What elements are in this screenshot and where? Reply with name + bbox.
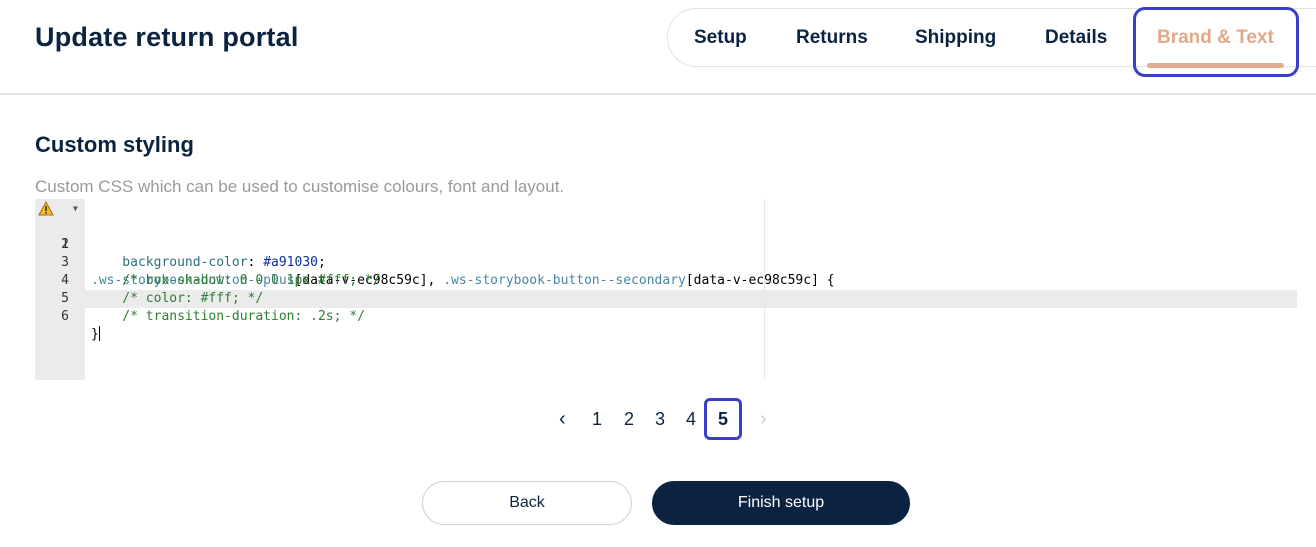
tab-returns[interactable]: Returns <box>796 27 868 49</box>
code-line: 4 /* color: #fff; */ <box>35 254 1297 306</box>
chevron-right-icon[interactable]: › <box>760 408 767 431</box>
page-3-button[interactable]: 3 <box>655 409 665 430</box>
code-line: 2 background-color: #a91030; <box>35 218 1297 270</box>
warning-triangle-icon[interactable] <box>38 201 54 216</box>
page-5-current[interactable]: 5 <box>704 398 742 440</box>
section-description: Custom CSS which can be used to customis… <box>35 177 565 196</box>
text-cursor <box>98 326 100 341</box>
code-line: 5 /* transition-duration: .2s; */ <box>35 272 1297 324</box>
line-number: 6 <box>61 309 69 324</box>
pagination: ‹ 1 2 3 4 5 › <box>555 398 785 440</box>
chevron-left-icon[interactable]: ‹ <box>559 408 566 431</box>
page-4-button[interactable]: 4 <box>686 409 696 430</box>
back-button[interactable]: Back <box>422 481 632 525</box>
tab-shipping[interactable]: Shipping <box>915 27 996 49</box>
tab-setup[interactable]: Setup <box>694 27 747 49</box>
css-code-editor[interactable]: 1 ▼ .ws-storybook-button--plus[data-v-ec… <box>35 199 1297 380</box>
page-1-button[interactable]: 1 <box>592 409 602 430</box>
page-header: Update return portal Setup Returns Shipp… <box>0 0 1316 95</box>
code-line: 3 /* box-shadow: 0 0 0 1px #fff; */ <box>35 236 1297 288</box>
code-line: 1 ▼ .ws-storybook-button--plus[data-v-ec… <box>35 200 1297 288</box>
fold-arrow-icon[interactable]: ▼ <box>73 200 78 218</box>
tab-focus-highlight <box>1133 7 1299 77</box>
page-title: Update return portal <box>35 22 299 52</box>
code-line: 6 } <box>35 290 1297 342</box>
finish-setup-button[interactable]: Finish setup <box>652 481 910 525</box>
page-2-button[interactable]: 2 <box>624 409 634 430</box>
section-title: Custom styling <box>35 132 194 157</box>
code-text: /* transition-duration: .2s; */ <box>91 309 365 324</box>
code-text: } <box>91 326 100 342</box>
tab-details[interactable]: Details <box>1045 27 1107 49</box>
